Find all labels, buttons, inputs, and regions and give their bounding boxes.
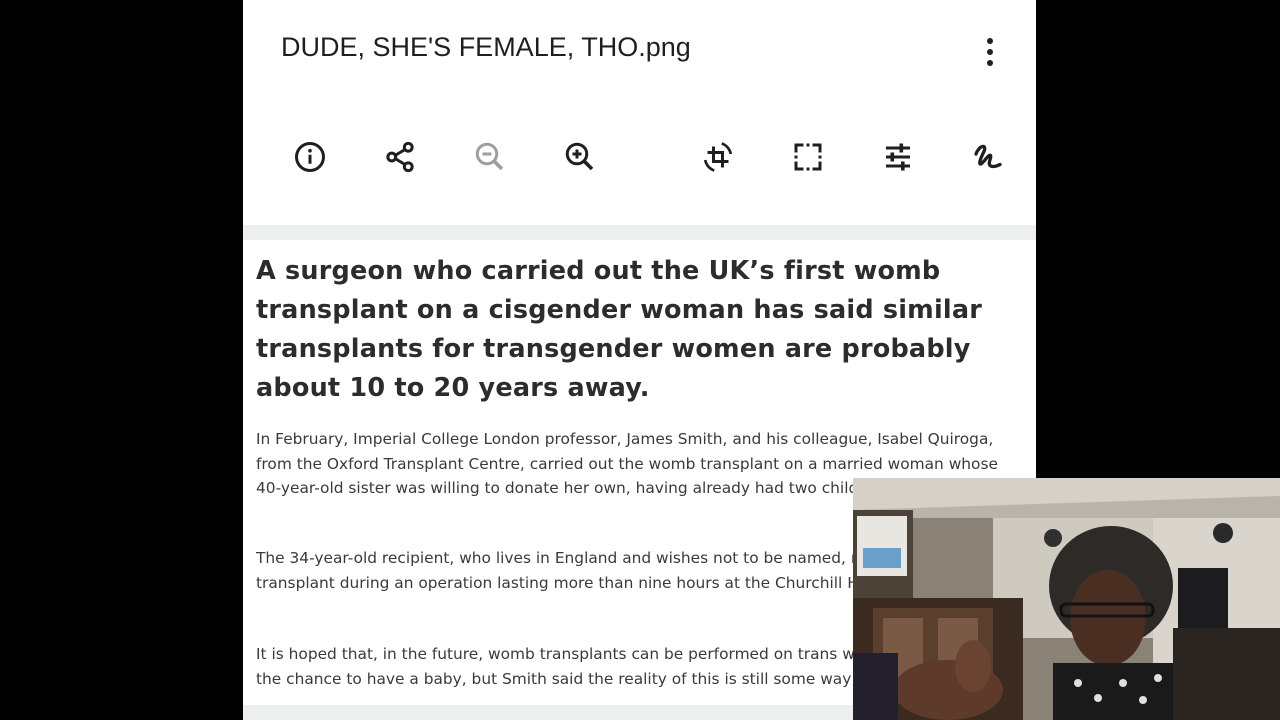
zoom-out-icon xyxy=(475,142,504,171)
zoom-out-button[interactable] xyxy=(470,137,510,177)
info-icon xyxy=(295,142,325,172)
article-headline: A surgeon who carried out the UK’s first… xyxy=(256,256,983,403)
rotate-icon xyxy=(703,142,733,172)
image-top-border xyxy=(243,225,1036,240)
share-icon xyxy=(386,141,414,173)
file-title: DUDE, SHE'S FEMALE, THO.png xyxy=(281,32,691,62)
webcam-scene xyxy=(853,478,1280,720)
adjust-button[interactable] xyxy=(878,137,918,177)
crop-button[interactable] xyxy=(788,137,828,177)
more-options-button[interactable] xyxy=(975,32,1005,72)
share-button[interactable] xyxy=(380,137,420,177)
zoom-in-icon xyxy=(565,142,594,171)
draw-icon xyxy=(974,144,1002,169)
zoom-in-button[interactable] xyxy=(560,137,600,177)
viewer-title-bar: DUDE, SHE'S FEMALE, THO.png xyxy=(243,0,1036,100)
crop-icon xyxy=(794,143,822,171)
rotate-button[interactable] xyxy=(698,137,738,177)
info-button[interactable] xyxy=(290,137,330,177)
webcam-overlay xyxy=(853,478,1280,720)
viewer-toolbar xyxy=(243,115,1036,200)
sliders-icon xyxy=(886,143,910,171)
more-vertical-icon xyxy=(987,38,993,44)
markup-button[interactable] xyxy=(968,137,1008,177)
